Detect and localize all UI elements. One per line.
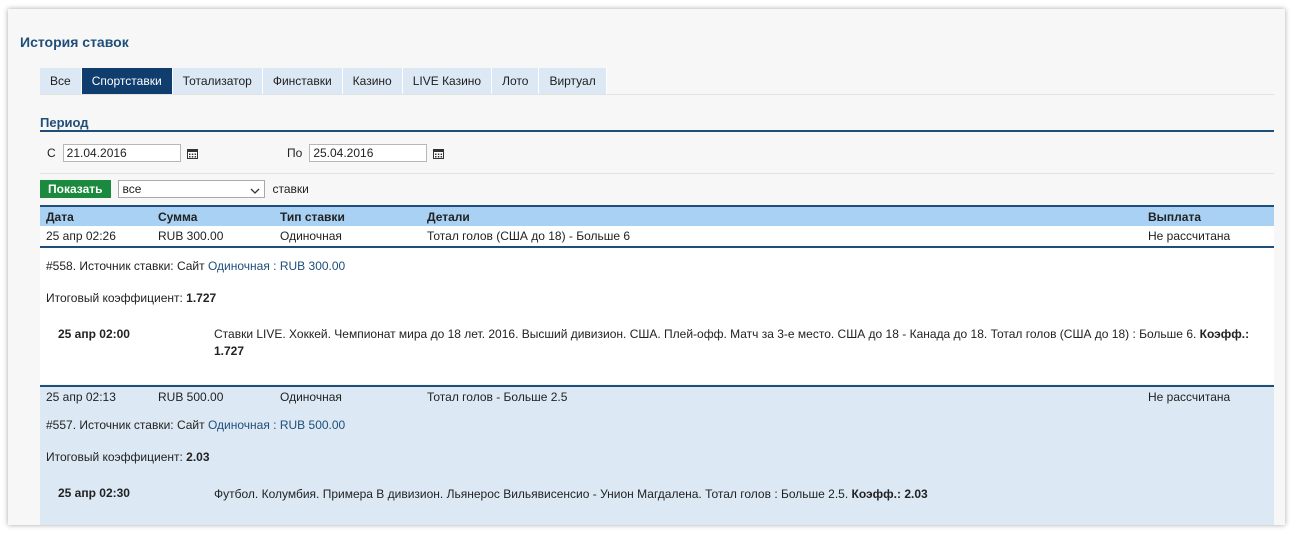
tab-sport-bets[interactable]: Спортставки bbox=[81, 68, 173, 94]
bet-source-line: #557. Источник ставки: Сайт Одиночная : … bbox=[46, 418, 345, 432]
bet-source-text: #558. Источник ставки: Сайт bbox=[46, 259, 205, 273]
bet-source-line: #558. Источник ставки: Сайт Одиночная : … bbox=[46, 259, 345, 273]
event-description: Ставки LIVE. Хоккей. Чемпионат мира до 1… bbox=[214, 326, 1264, 360]
tab-fin-bets[interactable]: Финставки bbox=[262, 68, 343, 94]
tab-virtual[interactable]: Виртуал bbox=[539, 68, 607, 94]
tab-all[interactable]: Все bbox=[40, 68, 82, 94]
event-coef-label: Коэфф.: bbox=[1199, 327, 1250, 341]
calendar-icon[interactable] bbox=[186, 148, 198, 159]
page-title: История ставок bbox=[20, 34, 129, 50]
filter-row: Показать все ставки bbox=[40, 179, 309, 199]
tab-live-casino[interactable]: LIVE Казино bbox=[402, 68, 493, 94]
header-amount: Сумма bbox=[158, 210, 198, 224]
date-from-label: С bbox=[47, 146, 56, 160]
total-coef-label: Итоговый коэффициент: bbox=[46, 450, 183, 464]
event-text: Футбол. Колумбия. Примера В дивизион. Ль… bbox=[214, 487, 849, 501]
bets-suffix-label: ставки bbox=[272, 182, 309, 196]
row-date: 25 апр 02:13 bbox=[46, 390, 116, 404]
row-payout: Не рассчитана bbox=[1148, 229, 1231, 243]
total-coef-line: Итоговый коэффициент: 2.03 bbox=[46, 450, 210, 464]
period-divider bbox=[40, 130, 1274, 132]
event-description: Футбол. Колумбия. Примера В дивизион. Ль… bbox=[214, 486, 1264, 503]
bet-source-text: #557. Источник ставки: Сайт bbox=[46, 418, 205, 432]
header-payout: Выплата bbox=[1148, 210, 1202, 224]
total-coef-value: 1.727 bbox=[186, 291, 217, 305]
total-coef-value: 2.03 bbox=[186, 450, 210, 464]
date-from-group: С bbox=[47, 144, 198, 162]
date-to-label: По bbox=[287, 146, 303, 160]
header-date: Дата bbox=[46, 210, 74, 224]
row-details: Тотал голов - Больше 2.5 bbox=[427, 390, 568, 404]
show-button[interactable]: Показать bbox=[40, 180, 111, 198]
bet-filter-select[interactable]: все bbox=[117, 180, 265, 200]
event-coef-value: 2.03 bbox=[904, 487, 928, 501]
row-payout: Не рассчитана bbox=[1148, 390, 1231, 404]
filter-divider bbox=[40, 173, 1274, 174]
tabs: Все Спортставки Тотализатор Финставки Ка… bbox=[40, 68, 607, 94]
period-title: Период bbox=[40, 115, 89, 130]
tabs-divider bbox=[40, 94, 1274, 95]
row-amount: RUB 300.00 bbox=[158, 229, 224, 243]
tab-lotto[interactable]: Лото bbox=[492, 68, 540, 94]
bet-source-link[interactable]: Одиночная : RUB 300.00 bbox=[208, 259, 345, 273]
header-type: Тип ставки bbox=[280, 210, 345, 224]
bet-source-link[interactable]: Одиночная : RUB 500.00 bbox=[208, 418, 345, 432]
event-text: Ставки LIVE. Хоккей. Чемпионат мира до 1… bbox=[214, 327, 1197, 341]
tab-casino[interactable]: Казино bbox=[342, 68, 403, 94]
total-coef-line: Итоговый коэффициент: 1.727 bbox=[46, 291, 216, 305]
table-row[interactable]: 25 апр 02:26 RUB 300.00 Одиночная Тотал … bbox=[40, 226, 1274, 248]
event-coef-label: Коэфф.: bbox=[851, 487, 901, 501]
row-date: 25 апр 02:26 bbox=[46, 229, 116, 243]
chevron-down-icon bbox=[250, 184, 260, 200]
date-from-input[interactable] bbox=[62, 144, 181, 162]
event-coef-value: 1.727 bbox=[214, 344, 245, 358]
tab-totalizator[interactable]: Тотализатор bbox=[172, 68, 263, 94]
date-to-input[interactable] bbox=[309, 144, 428, 162]
row-type: Одиночная bbox=[280, 229, 342, 243]
date-to-group: По bbox=[287, 144, 445, 162]
event-time: 25 апр 02:00 bbox=[58, 327, 130, 341]
bet-detail: #557. Источник ставки: Сайт Одиночная : … bbox=[40, 407, 1274, 525]
table-row[interactable]: 25 апр 02:13 RUB 500.00 Одиночная Тотал … bbox=[40, 385, 1274, 408]
row-details: Тотал голов (США до 18) - Больше 6 bbox=[427, 229, 631, 243]
row-amount: RUB 500.00 bbox=[158, 390, 224, 404]
calendar-icon[interactable] bbox=[433, 148, 445, 159]
bet-history-panel: История ставок Все Спортставки Тотализат… bbox=[8, 9, 1285, 525]
table-header: Дата Сумма Тип ставки Детали Выплата bbox=[40, 205, 1274, 226]
event-time: 25 апр 02:30 bbox=[58, 486, 130, 500]
bet-filter-value: все bbox=[122, 182, 142, 196]
row-type: Одиночная bbox=[280, 390, 342, 404]
bet-detail: #558. Источник ставки: Сайт Одиночная : … bbox=[40, 248, 1274, 384]
header-details: Детали bbox=[427, 210, 470, 224]
total-coef-label: Итоговый коэффициент: bbox=[46, 291, 183, 305]
